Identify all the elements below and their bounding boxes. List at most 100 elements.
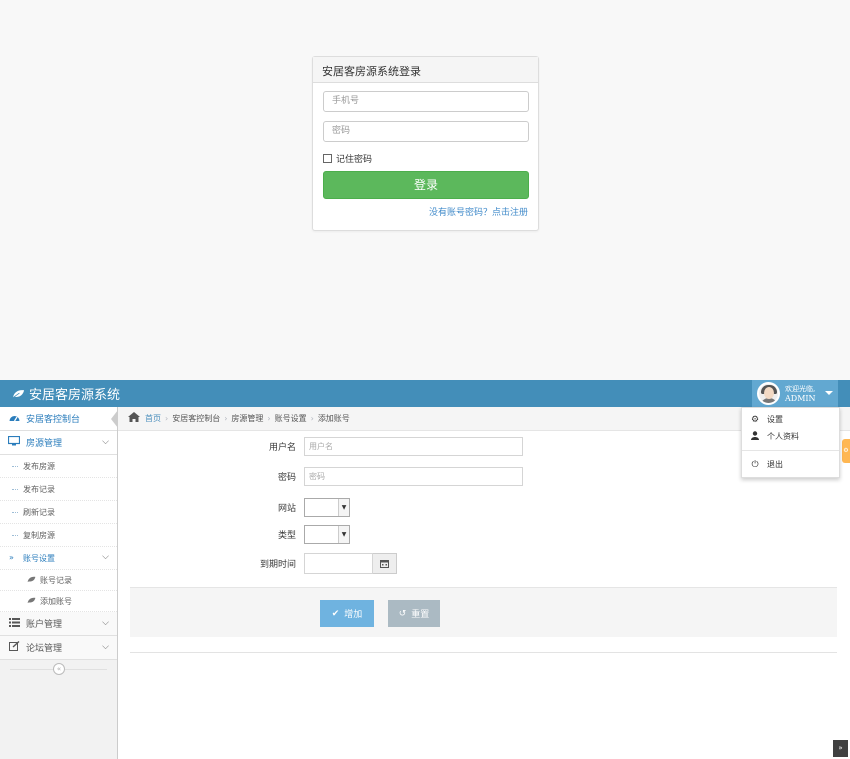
site-label: 网站: [277, 504, 296, 514]
chevron-down-icon: ⌵: [102, 437, 109, 447]
sidebar-item-account-manage[interactable]: 账户管理 ⌵: [0, 612, 117, 636]
reset-button-label: 重置: [411, 610, 430, 620]
brand[interactable]: 安居客房源系统: [12, 384, 120, 403]
type-select[interactable]: ▼: [304, 525, 350, 544]
user-icon: [750, 430, 760, 443]
angle-right-icon: ›: [165, 414, 169, 423]
remember-label: 记住密码: [336, 154, 373, 165]
check-icon: ✔: [331, 608, 340, 619]
expire-date-input[interactable]: [304, 553, 373, 574]
scroll-top-icon[interactable]: »: [833, 740, 848, 757]
angle-right-icon: ›: [224, 414, 228, 423]
site-select[interactable]: ▼: [304, 498, 350, 517]
sidebar-item-label: 论坛管理: [26, 644, 63, 654]
sidebar-subitem[interactable]: 复制房源: [0, 524, 117, 547]
sidebar-subitem[interactable]: 刷新记录: [0, 501, 117, 524]
add-button-label: 增加: [344, 610, 363, 620]
password-label: 密码: [277, 473, 296, 483]
angle-right-icon: ›: [310, 414, 314, 423]
menu-item-settings[interactable]: ⚙ 设置: [742, 411, 839, 428]
caret-down-icon: [825, 391, 833, 395]
leaf-icon: [27, 576, 36, 585]
sidebar-item-housing[interactable]: 房源管理 ⌵: [0, 431, 117, 455]
menu-item-label: 设置: [767, 415, 783, 424]
password-field[interactable]: 密码: [304, 467, 523, 486]
login-page: 安居客房源系统登录 手机号 密码 记住密码 登录 没有账号密码？点击注册: [0, 0, 850, 380]
divider: [130, 652, 837, 653]
undo-icon: ↺: [398, 608, 407, 619]
form-actions: ✔ 增加 ↺ 重置: [130, 587, 837, 637]
sidebar-subitem-account-settings[interactable]: » 账号设置 ⌵: [0, 547, 117, 570]
sidebar-item-dashboard[interactable]: 安居客控制台: [0, 407, 118, 431]
form-row-username: 用户名 用户名: [118, 437, 523, 456]
breadcrumb-item[interactable]: 房源管理: [231, 413, 263, 424]
menu-item-logout[interactable]: ⏻ 退出: [742, 456, 839, 473]
form-row-type: 类型 ▼: [118, 525, 350, 544]
menu-item-profile[interactable]: 个人资料: [742, 428, 839, 445]
form-row-password: 密码 密码: [118, 467, 523, 486]
form-row-expire: 到期时间: [118, 553, 397, 574]
chevron-down-icon: ▼: [338, 499, 349, 516]
settings-side-tab[interactable]: ⚙: [842, 439, 850, 463]
dashboard-icon: [8, 413, 20, 425]
user-dropdown: ⚙ 设置 个人资料 ⏻ 退出: [741, 407, 840, 478]
desktop-icon: [7, 435, 21, 449]
home-icon: [128, 412, 140, 425]
menu-item-label: 个人资料: [767, 432, 799, 441]
chevron-down-icon: ⌵: [102, 618, 109, 628]
username: ADMIN: [785, 393, 816, 403]
gear-icon: ⚙: [750, 414, 760, 425]
sidebar-item-label: 账号记录: [40, 575, 72, 585]
register-link[interactable]: 没有账号密码？点击注册: [323, 205, 528, 218]
sidebar-subitem[interactable]: 发布房源: [0, 455, 117, 478]
leaf-icon: [27, 597, 36, 606]
admin-page: 安居客房源系统 欢迎光临, ADMIN ⚙ 设置 个人资料 ⏻ 退出 安居客控制…: [0, 380, 850, 759]
login-panel: 安居客房源系统登录 手机号 密码 记住密码 登录 没有账号密码？点击注册: [312, 56, 539, 231]
breadcrumb-item[interactable]: 账号设置: [275, 413, 307, 424]
power-icon: ⏻: [751, 459, 759, 470]
chevron-down-icon: ⌵: [102, 642, 109, 652]
avatar: [757, 382, 780, 405]
welcome-label: 欢迎光临,: [785, 384, 816, 393]
sidebar-item-label: 安居客控制台: [26, 415, 81, 425]
list-icon: [8, 617, 20, 630]
username-input[interactable]: 用户名: [304, 437, 523, 456]
leaf-icon: [12, 389, 25, 398]
edit-icon: [8, 640, 20, 654]
form-row-site: 网站 ▼: [118, 498, 350, 517]
sidebar-item-label: 账号设置: [23, 553, 55, 563]
brand-title: 安居客房源系统: [29, 388, 121, 403]
angle-right-icon: ›: [267, 414, 271, 423]
breadcrumb-item[interactable]: 安居客控制台: [172, 413, 220, 424]
date-picker: [304, 553, 397, 574]
sidebar-item-label: 账户管理: [26, 620, 63, 630]
reset-button[interactable]: ↺ 重置: [388, 600, 440, 627]
sidebar-item-label: 添加账号: [40, 596, 72, 606]
chevron-down-icon: ▼: [338, 526, 349, 543]
user-menu-toggle[interactable]: 欢迎光临, ADMIN: [752, 380, 838, 407]
calendar-icon[interactable]: [373, 553, 397, 574]
sidebar-subsubitem-add-account[interactable]: 添加账号: [0, 591, 117, 612]
sidebar-item-label: 房源管理: [26, 439, 63, 449]
phone-input[interactable]: 手机号: [323, 91, 529, 112]
chevron-down-icon: ⌵: [102, 552, 109, 562]
username-label: 用户名: [268, 443, 296, 453]
remember-checkbox[interactable]: [323, 153, 332, 163]
double-angle-right-icon: »: [9, 553, 14, 562]
welcome-text: 欢迎光临, ADMIN: [785, 385, 816, 403]
navbar: 安居客房源系统 欢迎光临, ADMIN: [0, 380, 850, 407]
remember-row: 记住密码: [323, 151, 528, 165]
type-label: 类型: [277, 531, 296, 541]
sidebar-subsubitem-account-records[interactable]: 账号记录: [0, 570, 117, 591]
expire-label: 到期时间: [259, 560, 296, 570]
password-input[interactable]: 密码: [323, 121, 529, 142]
login-button[interactable]: 登录: [323, 171, 529, 199]
menu-divider: [742, 450, 839, 451]
sidebar-item-forum-manage[interactable]: 论坛管理 ⌵: [0, 636, 117, 660]
add-button[interactable]: ✔ 增加: [320, 600, 374, 627]
breadcrumb-home[interactable]: 首页: [145, 413, 161, 424]
sidebar-collapse: «: [0, 662, 117, 676]
sidebar-subitem[interactable]: 发布记录: [0, 478, 117, 501]
collapse-icon[interactable]: «: [53, 663, 65, 675]
breadcrumb-item: 添加账号: [317, 414, 350, 423]
